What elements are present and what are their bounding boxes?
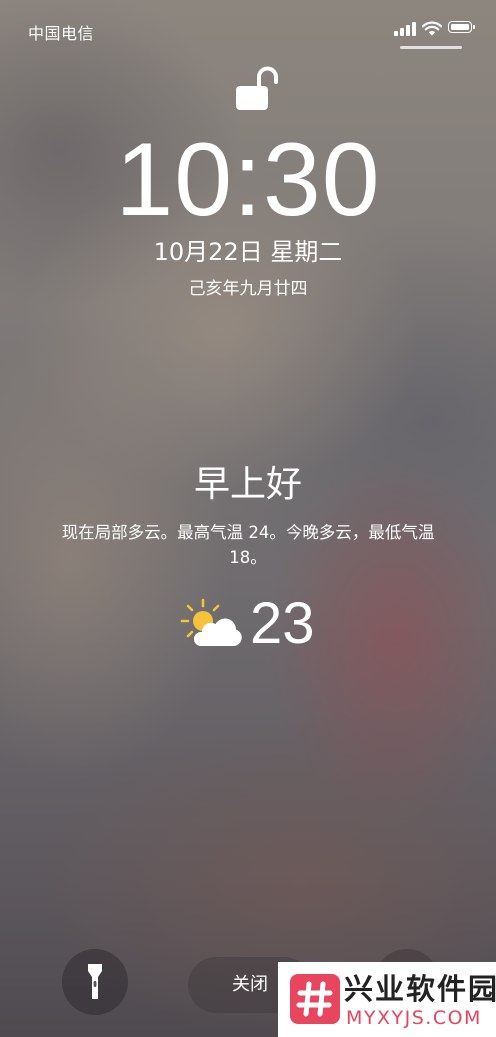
- status-bar: 中国电信: [0, 0, 496, 49]
- current-temperature: 23: [250, 591, 315, 656]
- site-watermark: 兴业软件园 MYXYJS.COM: [278, 962, 496, 1037]
- cellular-signal-icon: [394, 22, 416, 36]
- watermark-title: 兴业软件园: [344, 972, 496, 1006]
- date-label: 10月22日 星期二: [153, 238, 343, 266]
- lock-screen: 中国电信 10:30 10月22日 星期二 己亥年九月廿四 早上好 现在局部多云…: [0, 0, 496, 1037]
- greeting-text: 早上好: [193, 464, 302, 505]
- carrier-label: 中国电信: [28, 24, 95, 43]
- clock-time: 10:30: [115, 122, 381, 238]
- wifi-icon: [422, 21, 442, 36]
- flashlight-button[interactable]: [62, 949, 128, 1015]
- partly-sunny-icon: [180, 598, 242, 646]
- control-center-indicator[interactable]: [400, 46, 462, 49]
- hash-logo-icon: [290, 974, 340, 1024]
- flashlight-icon: [88, 964, 102, 999]
- watermark-url: MYXYJS.COM: [346, 1007, 482, 1029]
- forecast-text: 现在局部多云。最高气温 24。今晚多云，最低气温 18。: [61, 523, 435, 567]
- unlocked-padlock-icon: [236, 66, 278, 110]
- battery-icon: [448, 21, 475, 33]
- lunar-date-label: 己亥年九月廿四: [188, 279, 308, 299]
